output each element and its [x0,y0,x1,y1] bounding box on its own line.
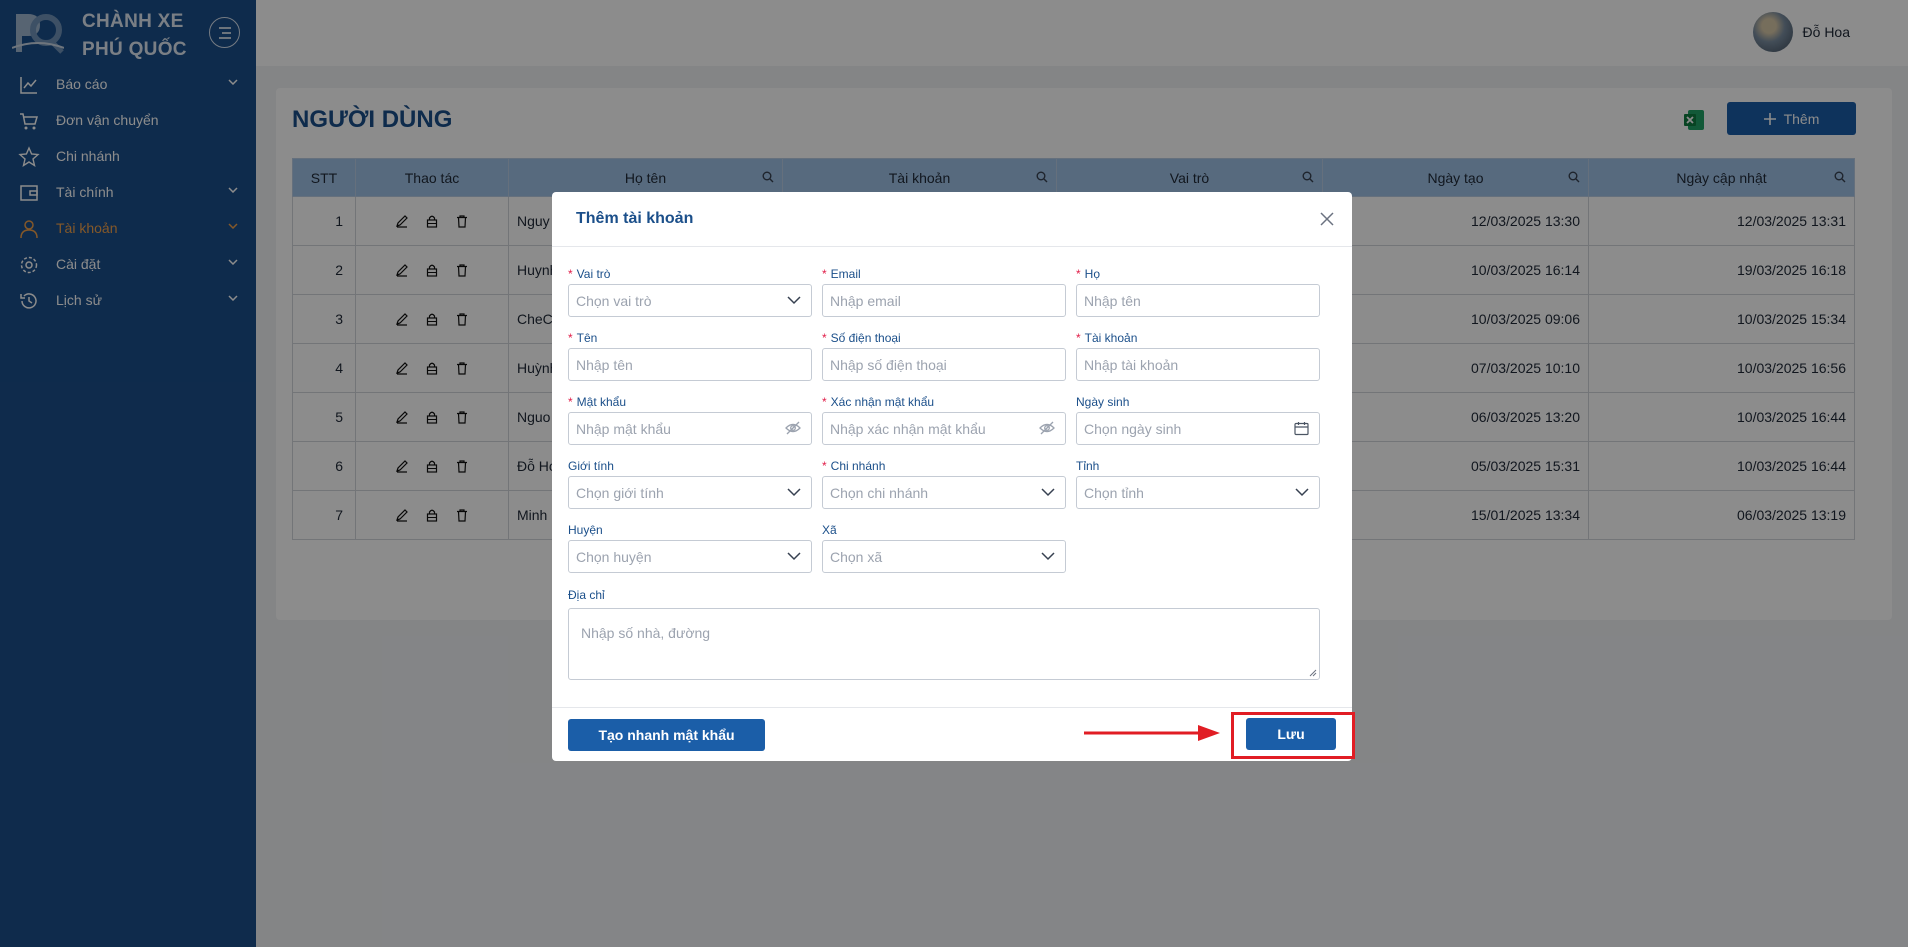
password-label: * Mật khẩu [568,395,627,409]
branch-select[interactable]: Chọn chi nhánh [822,476,1066,509]
address-textarea[interactable]: Nhập số nhà, đường [568,608,1320,680]
eye-off-icon[interactable] [1039,421,1055,435]
district-field: Huyện Chọn huyện [568,522,812,573]
username-label: * Tài khoản [1076,331,1138,345]
birthday-label-text: Ngày sinh [1076,395,1130,409]
password-field: * Mật khẩu Nhập mật khẩu [568,394,812,445]
address-label: Địa chỉ [568,588,605,602]
close-icon[interactable] [1318,210,1336,228]
ward-field: Xã Chọn xã [822,522,1066,573]
province-placeholder: Chọn tỉnh [1084,484,1144,501]
role-placeholder: Chọn vai trò [576,292,652,309]
confirm-password-input[interactable]: Nhập xác nhận mật khẩu [822,412,1066,445]
ward-label: Xã [822,522,1066,539]
phone-input[interactable]: Nhập số điện thoại [822,348,1066,381]
phone-label-text: Số điện thoại [830,331,901,345]
role-label: * Vai trò [568,267,611,281]
branch-placeholder: Chọn chi nhánh [830,484,929,501]
branch-label-text: Chi nhánh [830,459,886,473]
eye-off-icon[interactable] [785,421,801,435]
province-field: Tỉnh Chọn tỉnh [1076,458,1320,509]
province-label-text: Tỉnh [1076,459,1100,473]
confirm-password-label-text: Xác nhận mật khẩu [830,395,935,409]
username-input[interactable]: Nhập tài khoản [1076,348,1320,381]
add-account-modal: Thêm tài khoản * Vai trò Chọn vai trò * Em… [552,192,1352,761]
password-input[interactable]: Nhập mật khẩu [568,412,812,445]
last-name-input[interactable]: Nhập tên [1076,284,1320,317]
address-placeholder: Nhập số nhà, đường [581,625,711,641]
first-name-field: * Tên Nhập tên [568,330,812,381]
email-label: * Email [822,267,861,281]
district-label-text: Huyện [568,523,603,537]
birthday-field: Ngày sinh Chọn ngày sinh [1076,394,1320,445]
confirm-password-label: * Xác nhận mật khẩu [822,395,935,409]
gender-select[interactable]: Chọn giới tính [568,476,812,509]
email-placeholder: Nhập email [830,292,901,309]
confirm-password-placeholder: Nhập xác nhận mật khẩu [830,420,986,437]
branch-field: * Chi nhánh Chọn chi nhánh [822,458,1066,509]
last-name-field: * Họ Nhập tên [1076,266,1320,317]
birthday-label: Ngày sinh [1076,394,1320,411]
username-field: * Tài khoản Nhập tài khoản [1076,330,1320,381]
role-field: * Vai trò Chọn vai trò [568,266,812,317]
last-name-placeholder: Nhập tên [1084,292,1141,309]
username-placeholder: Nhập tài khoản [1084,356,1179,373]
chevron-down-icon [787,488,801,497]
first-name-label: * Tên [568,331,598,345]
ward-placeholder: Chọn xã [830,548,883,565]
phone-label: * Số điện thoại [822,331,901,345]
chevron-down-icon [1041,488,1055,497]
birthday-picker[interactable]: Chọn ngày sinh [1076,412,1320,445]
chevron-down-icon [1295,488,1309,497]
district-placeholder: Chọn huyện [576,548,652,565]
modal-header: Thêm tài khoản [552,192,1352,247]
username-label-text: Tài khoản [1084,331,1138,345]
save-button[interactable]: Lưu [1246,718,1336,750]
province-select[interactable]: Chọn tỉnh [1076,476,1320,509]
password-label-text: Mật khẩu [576,395,627,409]
last-name-label-text: Họ [1084,267,1101,281]
email-input[interactable]: Nhập email [822,284,1066,317]
password-placeholder: Nhập mật khẩu [576,420,671,437]
role-label-text: Vai trò [576,267,611,281]
phone-placeholder: Nhập số điện thoại [830,356,947,373]
chevron-down-icon [1041,552,1055,561]
phone-field: * Số điện thoại Nhập số điện thoại [822,330,1066,381]
last-name-label: * Họ [1076,267,1101,281]
first-name-input[interactable]: Nhập tên [568,348,812,381]
first-name-label-text: Tên [576,331,598,345]
calendar-icon [1294,422,1309,436]
email-field: * Email Nhập email [822,266,1066,317]
gender-label-text: Giới tính [568,459,614,473]
district-select[interactable]: Chọn huyện [568,540,812,573]
branch-label: * Chi nhánh [822,459,886,473]
gender-placeholder: Chọn giới tính [576,484,664,501]
modal-title: Thêm tài khoản [576,210,694,227]
address-field: Địa chỉ Nhập số nhà, đường [568,588,1320,680]
chevron-down-icon [787,296,801,305]
arrow-icon [1084,725,1220,741]
ward-label-text: Xã [822,523,837,537]
ward-select[interactable]: Chọn xã [822,540,1066,573]
district-label: Huyện [568,522,812,539]
gender-label: Giới tính [568,458,812,475]
role-select[interactable]: Chọn vai trò [568,284,812,317]
province-label: Tỉnh [1076,458,1320,475]
email-label-text: Email [830,267,861,281]
generate-password-button[interactable]: Tạo nhanh mật khẩu [568,719,765,751]
chevron-down-icon [787,552,801,561]
gender-field: Giới tính Chọn giới tính [568,458,812,509]
confirm-password-field: * Xác nhận mật khẩu Nhập xác nhận mật khẩ… [822,394,1066,445]
first-name-placeholder: Nhập tên [576,356,633,373]
resize-handle-icon[interactable] [1309,669,1317,677]
birthday-placeholder: Chọn ngày sinh [1084,420,1182,437]
